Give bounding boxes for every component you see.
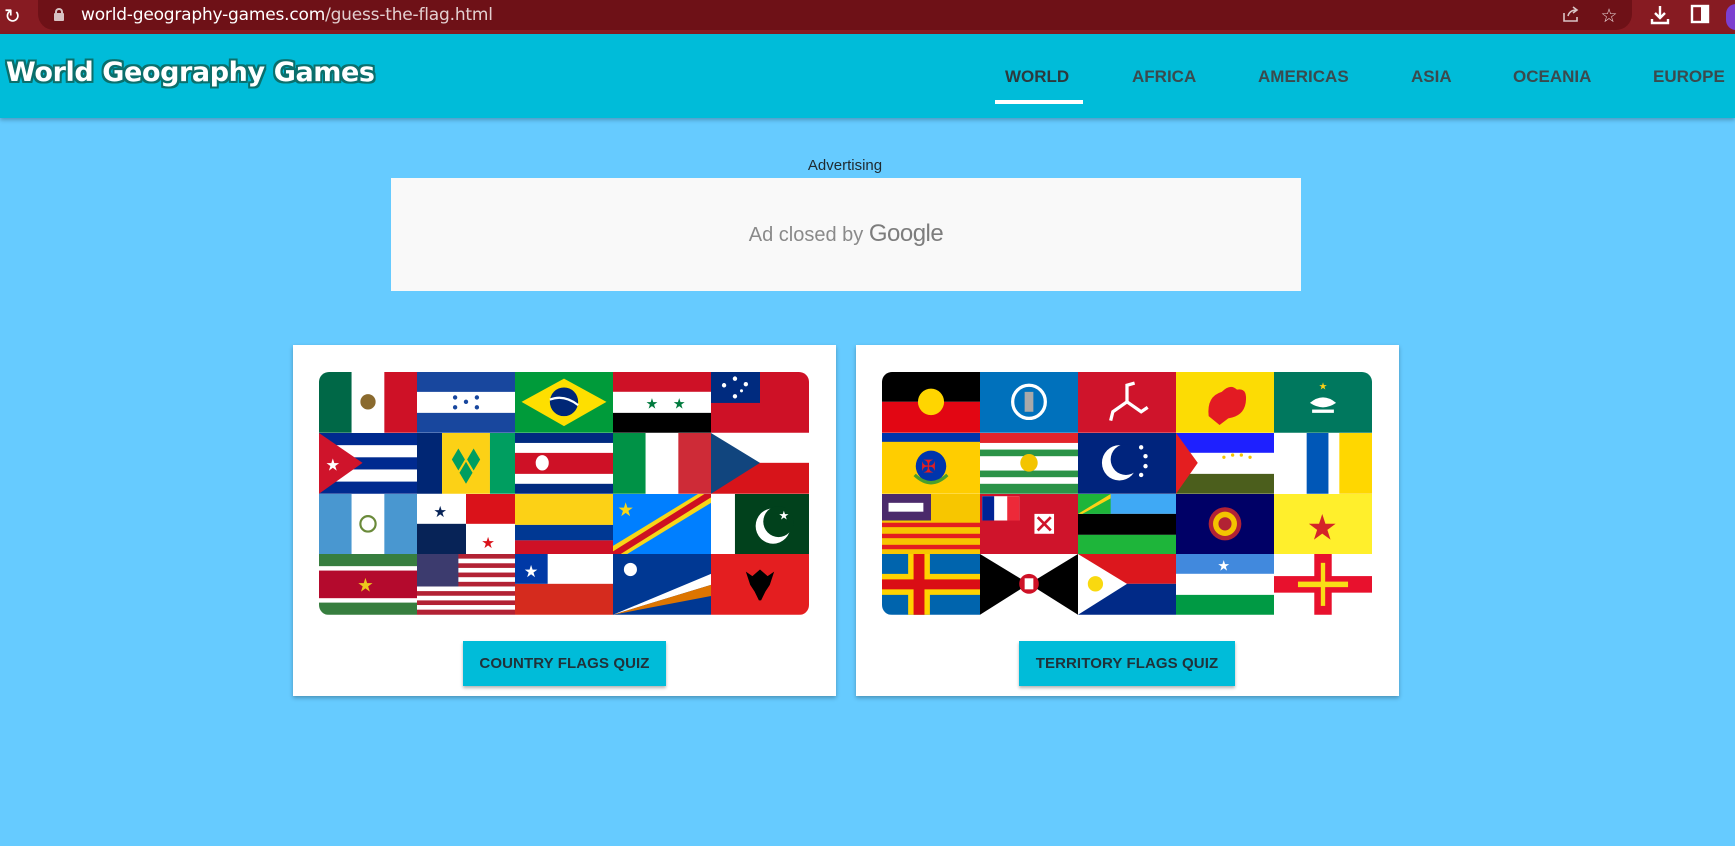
territory-flags-card: ★ ✠ ★ ★ TERRITORY FLAGS QUIZ bbox=[856, 345, 1399, 696]
nav-europe[interactable]: EUROPE bbox=[1653, 67, 1725, 87]
flag-italy bbox=[613, 432, 711, 494]
flag-brazil bbox=[515, 372, 613, 433]
flag-mexico bbox=[319, 372, 417, 433]
country-flags-card: ★ ★ ★ ★ ★ ★ ★ ★ ★ COUNTRY FLAGS QUIZ bbox=[293, 345, 836, 696]
flag-syria: ★ ★ bbox=[613, 372, 711, 433]
svg-text:★: ★ bbox=[326, 455, 341, 474]
svg-text:★: ★ bbox=[779, 508, 790, 522]
svg-text:★: ★ bbox=[617, 499, 634, 520]
flag-honduras bbox=[417, 372, 515, 433]
territory-flags-quiz-button[interactable]: TERRITORY FLAGS QUIZ bbox=[1019, 641, 1235, 686]
svg-text:★: ★ bbox=[1319, 382, 1328, 393]
flag-samoa bbox=[711, 372, 809, 433]
url-host: world-geography-games.com bbox=[81, 5, 326, 25]
lock-icon[interactable] bbox=[54, 8, 64, 21]
site-header: World Geography Games WORLD AFRICA AMERI… bbox=[0, 34, 1735, 118]
flag-marshall-islands bbox=[613, 554, 711, 615]
nav-africa[interactable]: AFRICA bbox=[1132, 67, 1196, 87]
flag-sint-maarten bbox=[1078, 554, 1176, 615]
flag-costa-rica bbox=[515, 432, 613, 494]
url-path: /guess-the-flag.html bbox=[325, 5, 493, 25]
flag-cuba: ★ bbox=[319, 432, 417, 494]
url-text[interactable]: world-geography-games.com/guess-the-flag… bbox=[81, 5, 493, 25]
download-icon[interactable] bbox=[1648, 4, 1672, 28]
nav-oceania[interactable]: OCEANIA bbox=[1513, 67, 1591, 87]
nav-americas[interactable]: AMERICAS bbox=[1258, 67, 1349, 87]
svg-text:★: ★ bbox=[646, 396, 659, 412]
flag-aland bbox=[882, 554, 980, 615]
browser-toolbar: ↻ world-geography-games.com/guess-the-fl… bbox=[0, 0, 1735, 34]
flag-tajik bbox=[1176, 432, 1274, 494]
flag-panama: ★ ★ bbox=[417, 493, 515, 555]
flag-isle-of-man bbox=[1078, 372, 1176, 433]
territory-flags-image[interactable]: ★ ✠ ★ ★ bbox=[882, 372, 1372, 615]
svg-text:★: ★ bbox=[1307, 507, 1338, 548]
country-flags-image[interactable]: ★ ★ ★ ★ ★ ★ ★ ★ ★ bbox=[319, 372, 809, 615]
flag-macau: ★ bbox=[1274, 372, 1372, 433]
flag-ukrainian-like bbox=[1274, 432, 1372, 494]
flag-somaliland: ★ bbox=[1176, 554, 1274, 615]
flag-pakistan: ★ bbox=[711, 493, 809, 555]
nav-asia[interactable]: ASIA bbox=[1411, 67, 1452, 87]
svg-text:✠: ✠ bbox=[921, 457, 936, 477]
svg-text:★: ★ bbox=[673, 396, 686, 412]
flag-guatemala bbox=[319, 493, 417, 555]
nav-world[interactable]: WORLD bbox=[1005, 67, 1069, 87]
flag-kanaky: ✠ bbox=[882, 432, 980, 494]
flag-chile: ★ bbox=[515, 554, 613, 615]
flag-guernsey bbox=[1274, 554, 1372, 615]
flag-guangxi: ★ bbox=[1274, 493, 1372, 555]
sidebar-icon[interactable] bbox=[1688, 4, 1712, 28]
svg-text:★: ★ bbox=[524, 562, 539, 581]
svg-text:★: ★ bbox=[357, 576, 374, 597]
flag-chittagong bbox=[980, 432, 1078, 494]
flag-dr-congo: ★ bbox=[613, 493, 711, 555]
ad-closed-message: Ad closed by Google bbox=[391, 220, 1301, 248]
active-nav-indicator bbox=[995, 100, 1083, 104]
svg-text:★: ★ bbox=[433, 503, 447, 521]
ad-container[interactable]: Ad closed by Google bbox=[391, 178, 1301, 291]
flag-saint-vincent bbox=[417, 432, 515, 494]
flag-suriname: ★ bbox=[319, 554, 417, 615]
flag-wallis-futuna bbox=[980, 493, 1078, 555]
flag-usa bbox=[417, 554, 515, 615]
ad-closed-text: Ad closed by bbox=[748, 224, 864, 246]
star-icon[interactable]: ☆ bbox=[1597, 4, 1621, 28]
google-logo: Google bbox=[868, 220, 944, 247]
flag-ryukyu bbox=[1078, 432, 1176, 494]
flag-timor-coat bbox=[980, 554, 1078, 615]
svg-text:★: ★ bbox=[481, 534, 495, 552]
ad-label: Advertising bbox=[807, 157, 883, 174]
flag-czechia bbox=[711, 432, 809, 494]
site-logo[interactable]: World Geography Games bbox=[6, 57, 375, 88]
svg-text:★: ★ bbox=[1217, 559, 1230, 575]
flag-zanzibar bbox=[1078, 493, 1176, 555]
share-icon[interactable] bbox=[1559, 4, 1583, 28]
reload-icon[interactable]: ↻ bbox=[4, 5, 26, 27]
flag-cordillera bbox=[882, 493, 980, 555]
flag-colombia bbox=[515, 493, 613, 555]
flag-albania bbox=[711, 554, 809, 615]
country-flags-quiz-button[interactable]: COUNTRY FLAGS QUIZ bbox=[463, 641, 666, 686]
flag-palau-seal bbox=[1176, 493, 1274, 555]
flag-wallonia bbox=[1176, 372, 1274, 433]
flag-northern-mariana bbox=[980, 372, 1078, 433]
profile-avatar[interactable] bbox=[1726, 4, 1735, 30]
flag-aboriginal bbox=[882, 372, 980, 433]
